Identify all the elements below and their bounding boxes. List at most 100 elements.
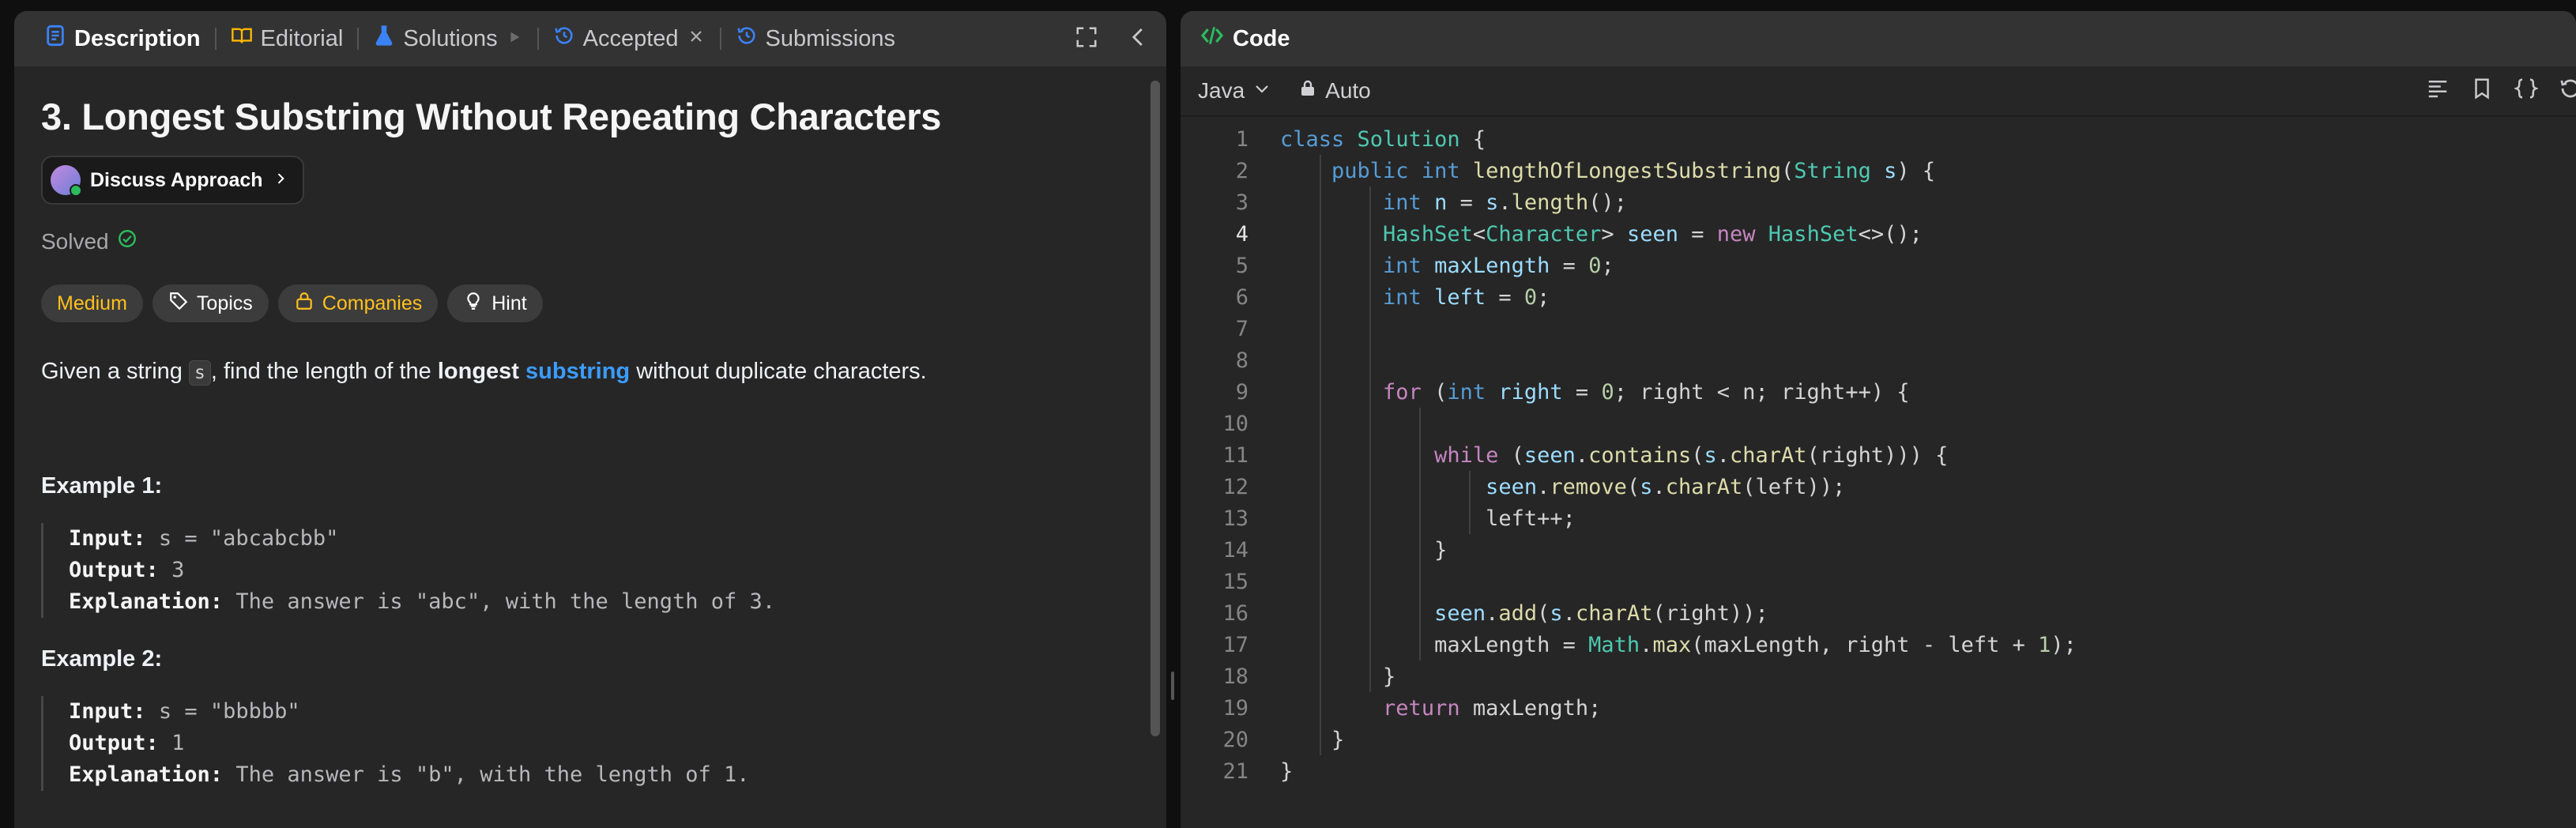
explanation-value: The answer is "abc", with the length of …: [235, 589, 776, 614]
tag-icon: [168, 291, 189, 317]
panel-resize-handle[interactable]: [1171, 672, 1174, 700]
code-line: 12 seen.remove(s.charAt(left));: [1222, 474, 1846, 499]
tab-divider: [719, 28, 721, 50]
lightbulb-icon: [463, 291, 484, 317]
discuss-approach-button[interactable]: Discuss Approach: [41, 156, 304, 205]
code-line: 8: [1235, 348, 1248, 373]
problem-chips: Medium Topics Companies Hint: [41, 284, 1139, 322]
code-line: 10: [1222, 411, 1248, 436]
inline-code: s: [188, 360, 211, 386]
example-2-title: Example 2:: [41, 645, 163, 672]
lock-icon: [294, 291, 314, 317]
play-icon[interactable]: [506, 26, 523, 52]
tab-submissions-label: Submissions: [765, 25, 895, 51]
code-line: 5 int maxLength = 0;: [1235, 253, 1614, 278]
solved-label: Solved: [41, 228, 109, 254]
code-line: 19 return maxLength;: [1222, 695, 1602, 721]
tab-solutions[interactable]: Solutions: [362, 11, 533, 66]
braces-icon[interactable]: [2513, 77, 2540, 106]
topics-label: Topics: [196, 292, 253, 314]
code-line: 1 class Solution {: [1235, 126, 1486, 152]
input-label: Input:: [69, 525, 146, 551]
description-icon: [44, 24, 66, 53]
language-label: Java: [1198, 78, 1245, 103]
code-line: 21}: [1222, 758, 1294, 784]
problem-title[interactable]: 3. Longest Substring Without Repeating C…: [41, 95, 1139, 138]
difficulty-label: Medium: [57, 292, 127, 314]
tab-description[interactable]: Description: [33, 11, 212, 66]
auto-mode[interactable]: Auto: [1298, 78, 1371, 104]
output-label: Output:: [69, 557, 159, 582]
tab-divider: [357, 28, 360, 50]
explanation-label: Explanation:: [69, 762, 224, 787]
output-value: 3: [171, 557, 185, 582]
code-line: 9 for (int right = 0; right < n; right++…: [1235, 379, 1910, 405]
substring-link[interactable]: substring: [525, 359, 630, 384]
companies-chip[interactable]: Companies: [277, 284, 439, 322]
description-scrollbar[interactable]: [1151, 81, 1160, 736]
left-tabbar: Description Editorial Solutions Accepted: [14, 11, 1166, 66]
input-value: s = "bbbbb": [158, 698, 300, 724]
code-panel: Code Java Auto 1 class Solution {2 publ…: [1181, 11, 2576, 828]
discuss-label: Discuss Approach: [90, 168, 263, 191]
desc-text: Given a string: [41, 359, 189, 384]
example-1-block: Input: s = "abcabcbb" Output: 3 Explanat…: [41, 522, 1139, 618]
difficulty-badge: Medium: [41, 284, 143, 322]
desc-text: , find the length of the: [210, 359, 438, 384]
history-icon: [553, 24, 575, 53]
explanation-value: The answer is "b", with the length of 1.: [235, 762, 750, 787]
code-icon: [1199, 23, 1225, 55]
reset-icon[interactable]: [2559, 77, 2576, 106]
tab-editorial-label: Editorial: [260, 25, 344, 51]
input-label: Input:: [69, 698, 146, 724]
code-line: 20 }: [1222, 727, 1345, 752]
topics-chip[interactable]: Topics: [152, 284, 269, 322]
input-value: s = "abcabcbb": [158, 525, 339, 551]
code-line: 16 seen.add(s.charAt(right));: [1222, 600, 1768, 626]
flask-icon: [373, 24, 395, 53]
code-line: 3 int n = s.length();: [1235, 190, 1627, 215]
code-line: 18 }: [1222, 664, 1396, 689]
description-panel: Description Editorial Solutions Accepted: [14, 11, 1166, 828]
code-line: 15: [1222, 569, 1248, 594]
tab-divider: [214, 28, 217, 50]
format-icon[interactable]: [2426, 77, 2450, 106]
lock-icon: [1298, 78, 1317, 104]
chevron-down-icon: [1252, 78, 1271, 104]
language-select[interactable]: Java: [1198, 78, 1271, 104]
code-line: 17 maxLength = Math.max(maxLength, right…: [1222, 632, 2077, 657]
tab-solutions-label: Solutions: [403, 25, 498, 51]
code-line: 6 int left = 0;: [1235, 284, 1550, 310]
example-1-title: Example 1:: [41, 472, 163, 499]
code-line: 11 while (seen.contains(s.charAt(right))…: [1222, 442, 1949, 468]
example-2-block: Input: s = "bbbbb" Output: 1 Explanation…: [41, 695, 1139, 791]
output-value: 1: [171, 730, 185, 755]
hint-label: Hint: [491, 292, 527, 314]
tab-submissions[interactable]: Submissions: [725, 11, 906, 66]
desc-bold: longest: [437, 359, 519, 384]
code-line: 4 HashSet<Character> seen = new HashSet<…: [1235, 221, 1923, 247]
output-label: Output:: [69, 730, 159, 755]
hint-chip[interactable]: Hint: [447, 284, 543, 322]
auto-label: Auto: [1325, 78, 1371, 103]
code-line: 2 public int lengthOfLongestSubstring(St…: [1235, 158, 1936, 183]
problem-description: Given a string s, find the length of the…: [41, 356, 1139, 388]
fullscreen-icon[interactable]: [1075, 25, 1098, 53]
avatar: [51, 165, 82, 197]
bookmark-icon[interactable]: [2470, 77, 2494, 106]
tab-description-label: Description: [74, 25, 201, 51]
tab-accepted[interactable]: Accepted: [542, 11, 717, 66]
code-editor[interactable]: 1 class Solution { 2 public int lengthOfL…: [1181, 123, 2576, 787]
chevron-right-icon: [273, 169, 288, 192]
code-title: Code: [1233, 25, 1290, 51]
explanation-label: Explanation:: [69, 589, 224, 614]
desc-text: without duplicate characters.: [630, 359, 927, 384]
code-header: Code: [1181, 11, 2576, 66]
close-icon[interactable]: [687, 26, 706, 52]
code-line: 7: [1235, 316, 1248, 341]
problem-content: 3. Longest Substring Without Repeating C…: [14, 95, 1166, 791]
code-toolbar: Java Auto: [1181, 66, 2576, 117]
collapse-chevron-icon[interactable]: [1127, 25, 1151, 53]
book-icon: [231, 24, 253, 53]
tab-editorial[interactable]: Editorial: [220, 11, 355, 66]
